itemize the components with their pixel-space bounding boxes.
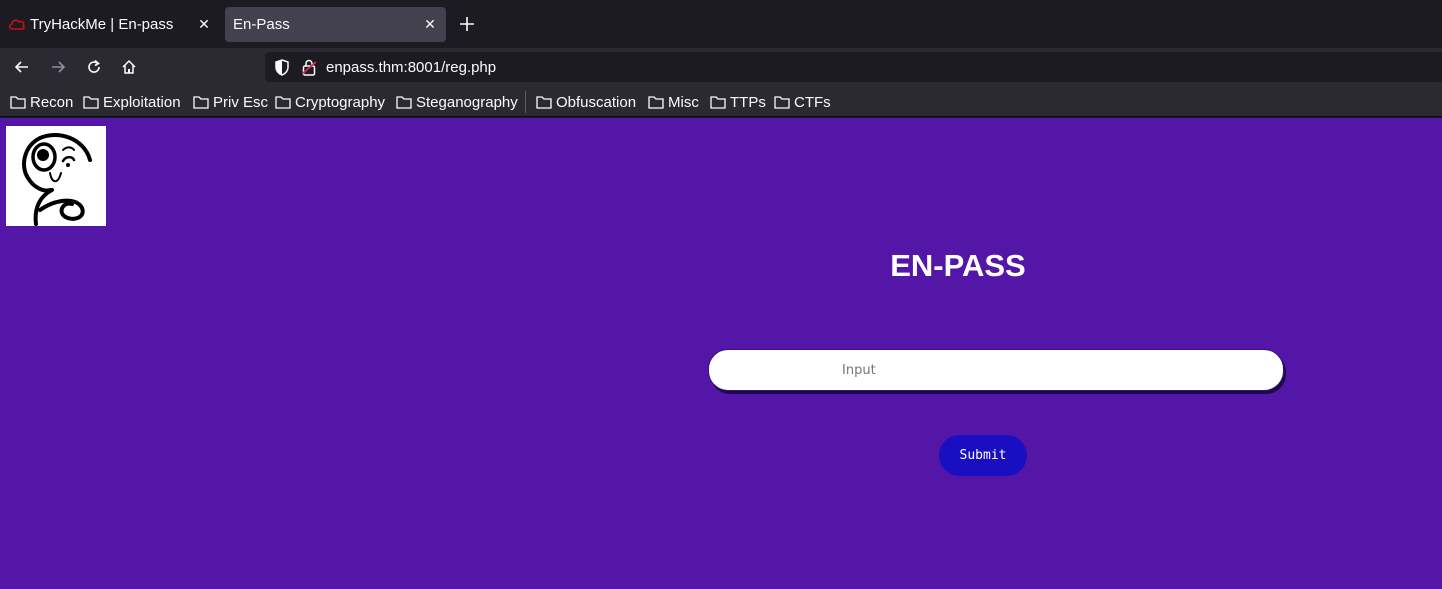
bookmark-label: Steganography	[416, 93, 518, 111]
forward-button[interactable]	[44, 53, 72, 81]
winking-face-logo	[6, 126, 106, 226]
bookmark-separator	[525, 91, 526, 113]
plus-icon	[460, 17, 474, 31]
bookmark-folder-ctfs[interactable]: CTFs	[774, 92, 831, 112]
bookmark-label: Misc	[668, 93, 699, 111]
bookmark-folder-recon[interactable]: Recon	[10, 92, 73, 112]
bookmark-folder-ttps[interactable]: TTPs	[710, 92, 766, 112]
page-content: EN-PASS Submit	[0, 118, 1442, 589]
bookmark-folder-exploitation[interactable]: Exploitation	[83, 92, 181, 112]
submit-button[interactable]: Submit	[939, 435, 1027, 476]
folder-icon	[536, 96, 552, 109]
bookmark-label: Recon	[30, 93, 74, 111]
close-tab-icon[interactable]: ✕	[420, 15, 440, 35]
arrow-right-icon	[52, 61, 66, 73]
reload-button[interactable]	[80, 53, 108, 81]
home-button[interactable]	[115, 53, 143, 81]
bookmark-label: Exploitation	[103, 93, 181, 111]
bookmark-folder-obfuscation[interactable]: Obfuscation	[536, 92, 636, 112]
arrow-left-icon	[14, 61, 28, 73]
tab-title: En-Pass	[233, 16, 290, 33]
bookmark-label: TTPs	[730, 93, 766, 111]
folder-icon	[275, 96, 291, 109]
folder-icon	[774, 96, 790, 109]
folder-icon	[83, 96, 99, 109]
url-text[interactable]: enpass.thm:8001/reg.php	[326, 59, 496, 76]
input-field[interactable]	[708, 349, 1284, 391]
home-icon	[122, 59, 136, 74]
bookmark-folder-priv-esc[interactable]: Priv Esc	[193, 92, 268, 112]
navigation-toolbar: enpass.thm:8001/reg.php	[0, 48, 1442, 86]
tab-en-pass[interactable]: En-Pass ✕	[225, 7, 446, 42]
bookmark-folder-misc[interactable]: Misc	[648, 92, 699, 112]
bookmark-folder-steganography[interactable]: Steganography	[396, 92, 518, 112]
folder-icon	[648, 96, 664, 109]
bookmark-label: Priv Esc	[213, 93, 269, 111]
shield-icon[interactable]	[272, 57, 292, 77]
bookmark-folder-cryptography[interactable]: Cryptography	[275, 92, 385, 112]
bookmark-label: Obfuscation	[556, 93, 637, 111]
new-tab-button[interactable]	[455, 12, 479, 36]
bookmark-label: Cryptography	[295, 93, 386, 111]
insecure-lock-icon[interactable]	[300, 57, 318, 77]
tab-strip: TryHackMe | En-pass ✕ En-Pass ✕	[0, 0, 1442, 48]
back-button[interactable]	[8, 53, 36, 81]
folder-icon	[193, 96, 209, 109]
bookmarks-toolbar: Recon Exploitation Priv Esc Cryptography…	[0, 86, 1442, 117]
folder-icon	[10, 96, 26, 109]
tab-tryhackme[interactable]: TryHackMe | En-pass ✕	[4, 7, 220, 42]
tryhackme-cloud-icon	[8, 16, 26, 34]
address-bar[interactable]: enpass.thm:8001/reg.php	[265, 52, 1442, 82]
tab-title: TryHackMe | En-pass	[30, 16, 174, 33]
folder-icon	[710, 96, 726, 109]
close-tab-icon[interactable]: ✕	[194, 15, 214, 35]
page-title: EN-PASS	[890, 248, 1026, 283]
bookmark-label: CTFs	[794, 93, 831, 111]
folder-icon	[396, 96, 412, 109]
reload-icon	[88, 59, 100, 73]
